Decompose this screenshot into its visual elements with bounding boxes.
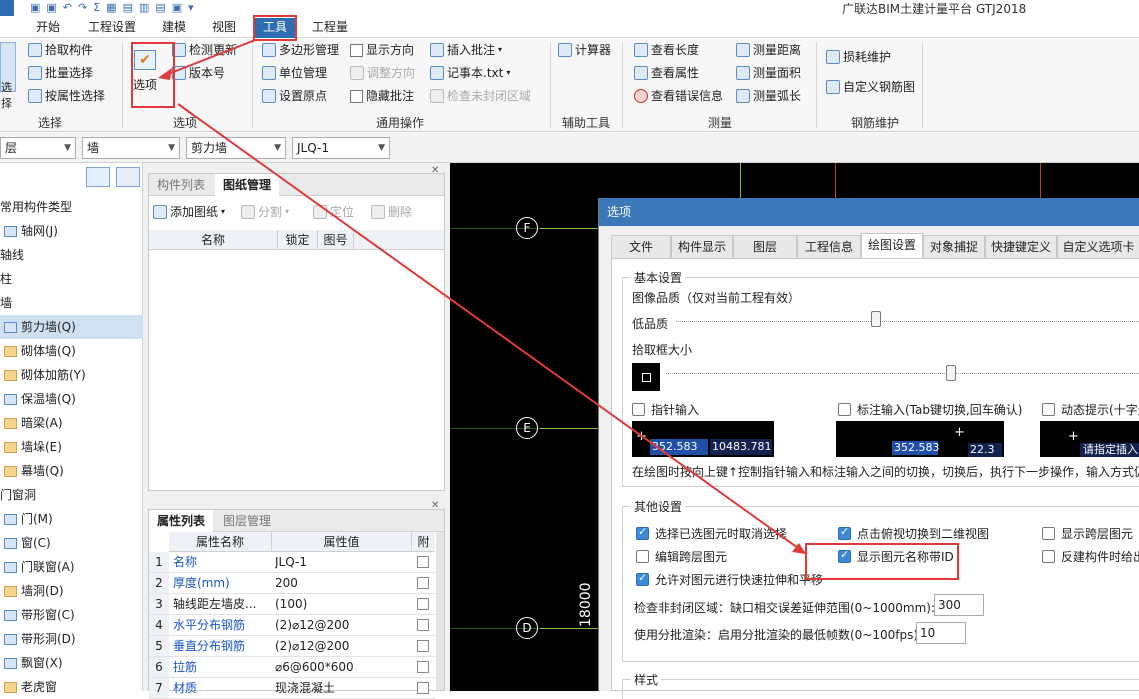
arrow-line	[162, 39, 256, 77]
arrow-head	[158, 68, 172, 80]
arrow-line	[177, 103, 806, 554]
annotation-arrows	[158, 39, 806, 554]
